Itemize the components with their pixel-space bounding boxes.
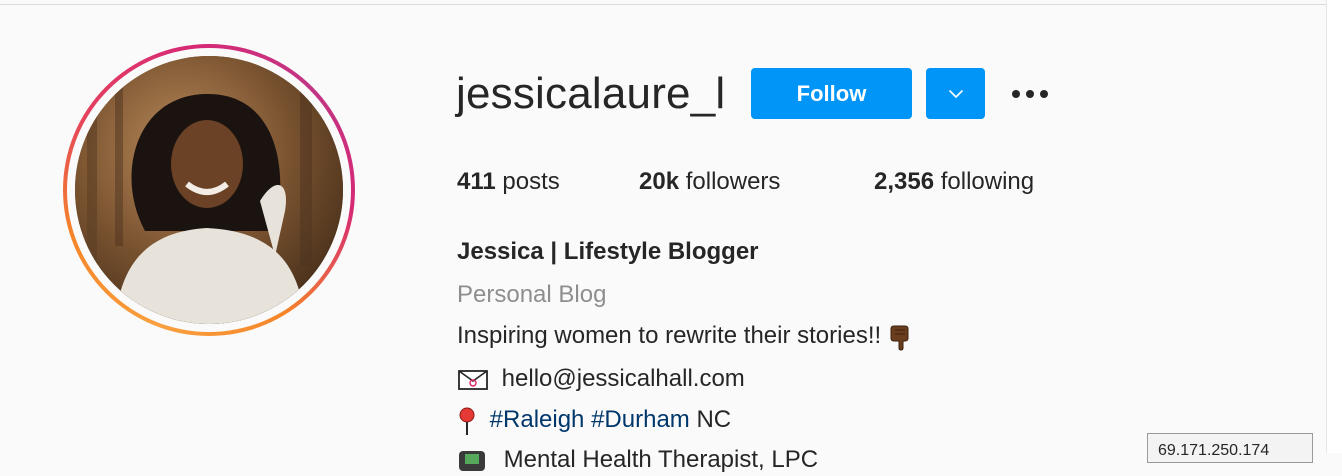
pointing-down-hand-icon	[890, 325, 909, 351]
avatar-photo	[75, 56, 343, 324]
chevron-down-icon	[948, 89, 963, 98]
bio-email[interactable]: hello@jessicalhall.com	[502, 365, 745, 392]
posts-count: 411	[457, 168, 496, 195]
posts-label: posts	[502, 168, 560, 195]
emoji-icon	[459, 450, 485, 471]
envelope-icon	[458, 369, 488, 390]
hashtag-durham[interactable]: #Durham	[591, 406, 690, 433]
following-stat[interactable]: 2,356 following	[874, 166, 1034, 198]
bio-partial-line: Mental Health Therapist, LPC	[457, 444, 818, 476]
profile-category: Personal Blog	[457, 281, 607, 308]
posts-stat[interactable]: 411 posts	[457, 166, 560, 198]
bio-location-line: #Raleigh #Durham NC	[457, 404, 731, 436]
more-options-button[interactable]	[1006, 74, 1050, 114]
suggestions-dropdown-button[interactable]	[926, 68, 985, 119]
profile-avatar[interactable]	[63, 44, 355, 336]
avatar-illustration	[75, 56, 343, 324]
following-label: following	[940, 168, 1035, 195]
followers-label: followers	[685, 168, 781, 195]
following-count: 2,356	[874, 168, 935, 195]
window-edge	[1326, 0, 1342, 453]
bio-email-line: hello@jessicalhall.com	[457, 363, 745, 395]
location-suffix: NC	[696, 406, 732, 433]
bio-partial-text: Mental Health Therapist, LPC	[503, 446, 819, 473]
bio-tagline-line: Inspiring women to rewrite their stories…	[457, 320, 914, 352]
profile-full-name: Jessica | Lifestyle Blogger	[457, 238, 759, 265]
top-divider	[0, 4, 1326, 5]
bio-tagline: Inspiring women to rewrite their stories…	[457, 322, 882, 349]
pushpin-icon	[459, 407, 475, 435]
profile-username: jessicalaure_l	[456, 69, 726, 118]
hashtag-raleigh[interactable]: #Raleigh	[490, 406, 585, 433]
followers-stat[interactable]: 20k followers	[639, 166, 780, 198]
followers-count: 20k	[639, 168, 680, 195]
more-options-icon	[1012, 90, 1048, 98]
follow-button[interactable]: Follow	[751, 68, 912, 119]
ip-tooltip: 69.171.250.174	[1147, 433, 1313, 463]
